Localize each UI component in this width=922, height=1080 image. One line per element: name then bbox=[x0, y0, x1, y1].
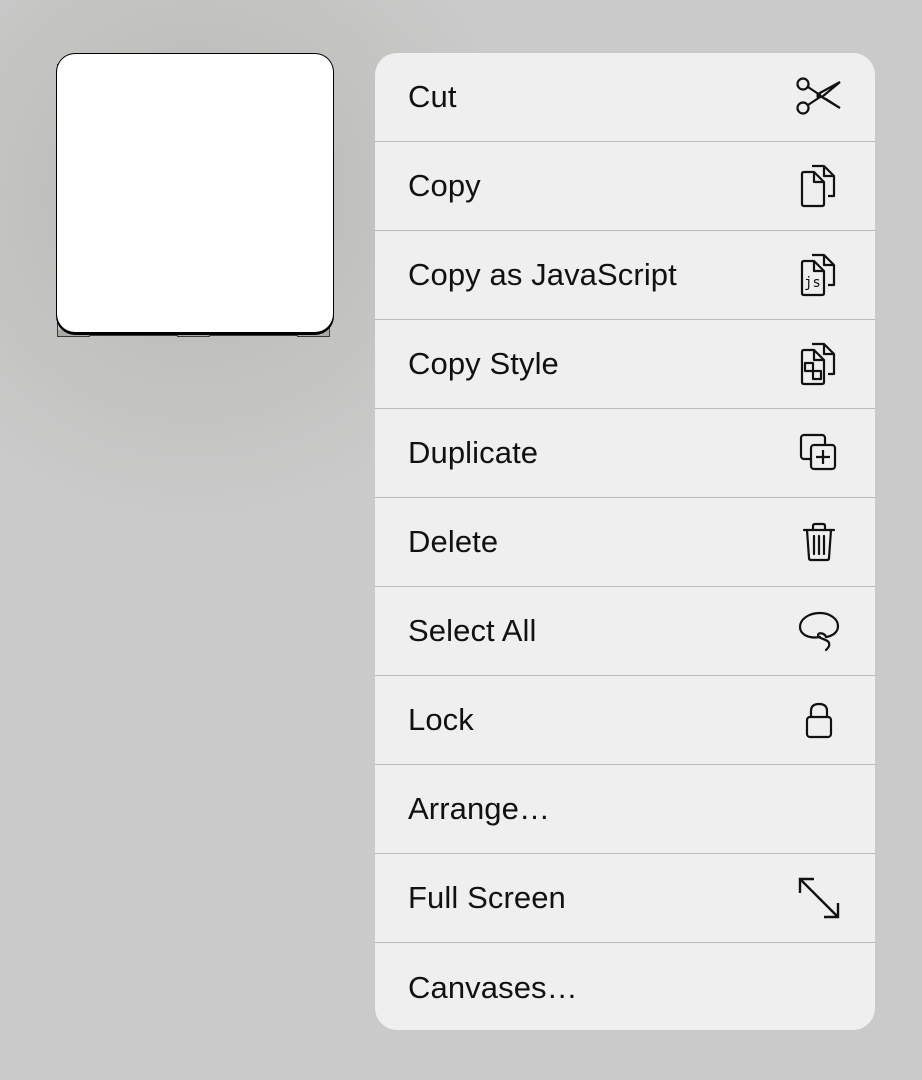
menu-item-label: Select All bbox=[408, 613, 537, 648]
menu-item-duplicate[interactable]: Duplicate bbox=[375, 409, 875, 498]
copy-style-icon bbox=[793, 340, 845, 388]
copy-documents-icon bbox=[793, 162, 845, 210]
menu-item-label: Copy bbox=[408, 168, 481, 203]
svg-text:js: js bbox=[804, 275, 821, 291]
duplicate-icon bbox=[793, 429, 845, 477]
copy-js-icon: js bbox=[793, 251, 845, 299]
menu-item-canvases[interactable]: Canvases… bbox=[375, 943, 875, 1030]
selected-shape[interactable] bbox=[57, 54, 333, 338]
expand-arrows-icon bbox=[793, 874, 845, 922]
menu-item-lock[interactable]: Lock bbox=[375, 676, 875, 765]
lock-icon bbox=[793, 696, 845, 744]
menu-item-label: Canvases… bbox=[408, 969, 578, 1005]
menu-item-label: Cut bbox=[408, 79, 457, 114]
menu-item-select-all[interactable]: Select All bbox=[375, 587, 875, 676]
menu-item-label: Copy Style bbox=[408, 346, 559, 381]
menu-item-label: Full Screen bbox=[408, 880, 566, 915]
menu-item-delete[interactable]: Delete bbox=[375, 498, 875, 587]
menu-item-copy[interactable]: Copy bbox=[375, 142, 875, 231]
context-menu: Cut Copy Copy as JavaScript js Copy Styl… bbox=[375, 53, 875, 1030]
menu-item-label: Copy as JavaScript bbox=[408, 257, 677, 292]
menu-item-arrange[interactable]: Arrange… bbox=[375, 765, 875, 854]
menu-item-label: Delete bbox=[408, 524, 499, 559]
menu-item-label: Duplicate bbox=[408, 435, 539, 470]
menu-item-full-screen[interactable]: Full Screen bbox=[375, 854, 875, 943]
menu-item-label: Arrange… bbox=[408, 791, 551, 826]
trash-icon bbox=[793, 518, 845, 566]
menu-item-copy-style[interactable]: Copy Style bbox=[375, 320, 875, 409]
scissors-icon bbox=[793, 73, 845, 121]
rounded-rectangle-shape[interactable] bbox=[57, 54, 333, 332]
menu-item-cut[interactable]: Cut bbox=[375, 53, 875, 142]
menu-item-copy-as-javascript[interactable]: Copy as JavaScript js bbox=[375, 231, 875, 320]
menu-item-label: Lock bbox=[408, 702, 474, 737]
lasso-icon bbox=[793, 607, 845, 655]
